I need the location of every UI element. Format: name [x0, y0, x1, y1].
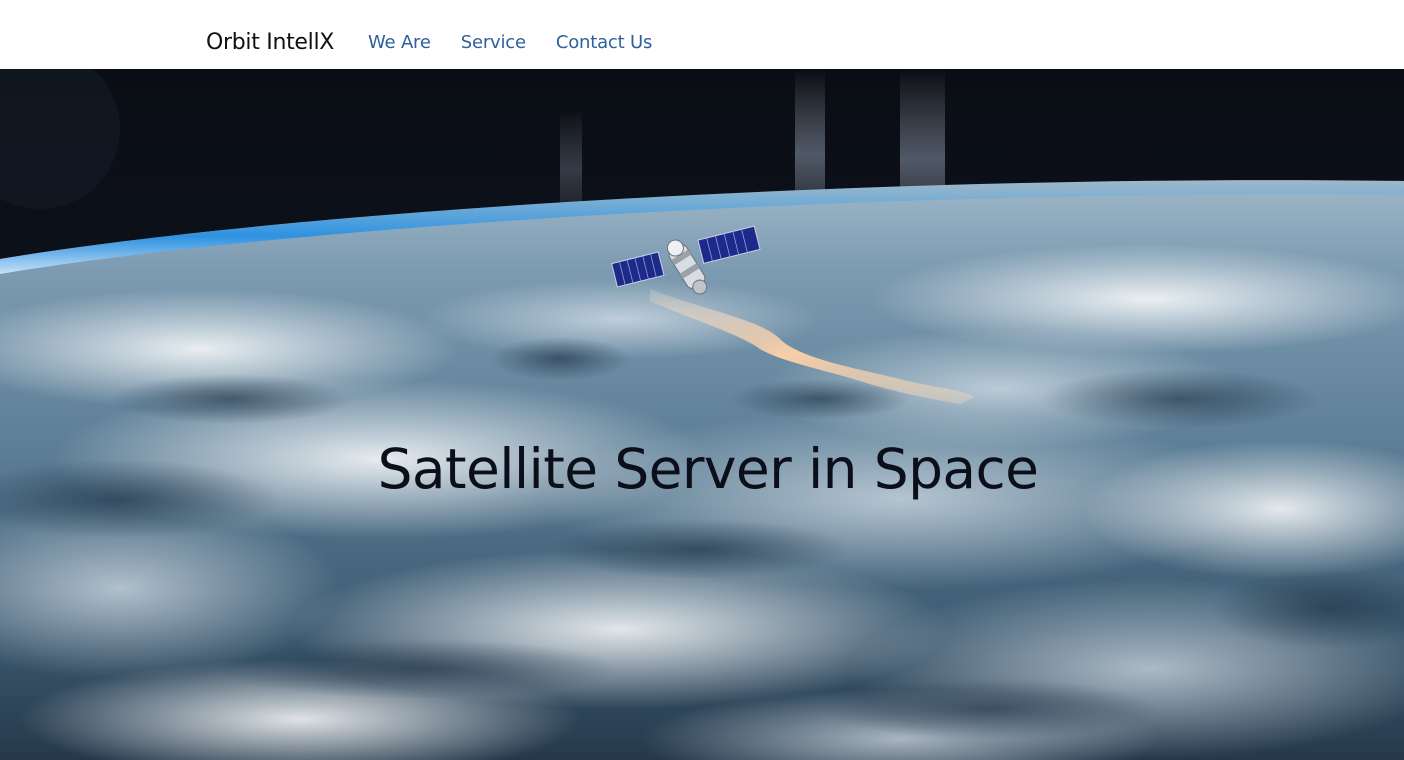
top-navbar: Orbit IntellX We Are Service Contact Us	[0, 0, 1404, 69]
hero-section: Satellite Server in Space	[0, 69, 1404, 760]
nav-link-we-are[interactable]: We Are	[368, 31, 431, 55]
hero-title: Satellite Server in Space	[377, 437, 1039, 501]
nav-links: We Are Service Contact Us	[368, 31, 652, 55]
satellite-image	[611, 225, 761, 295]
nav-link-contact-us[interactable]: Contact Us	[556, 31, 653, 55]
brand-logo-link[interactable]: Orbit IntellX	[206, 27, 334, 59]
nav-link-service[interactable]: Service	[461, 31, 526, 55]
earth-background-image	[0, 69, 1404, 760]
